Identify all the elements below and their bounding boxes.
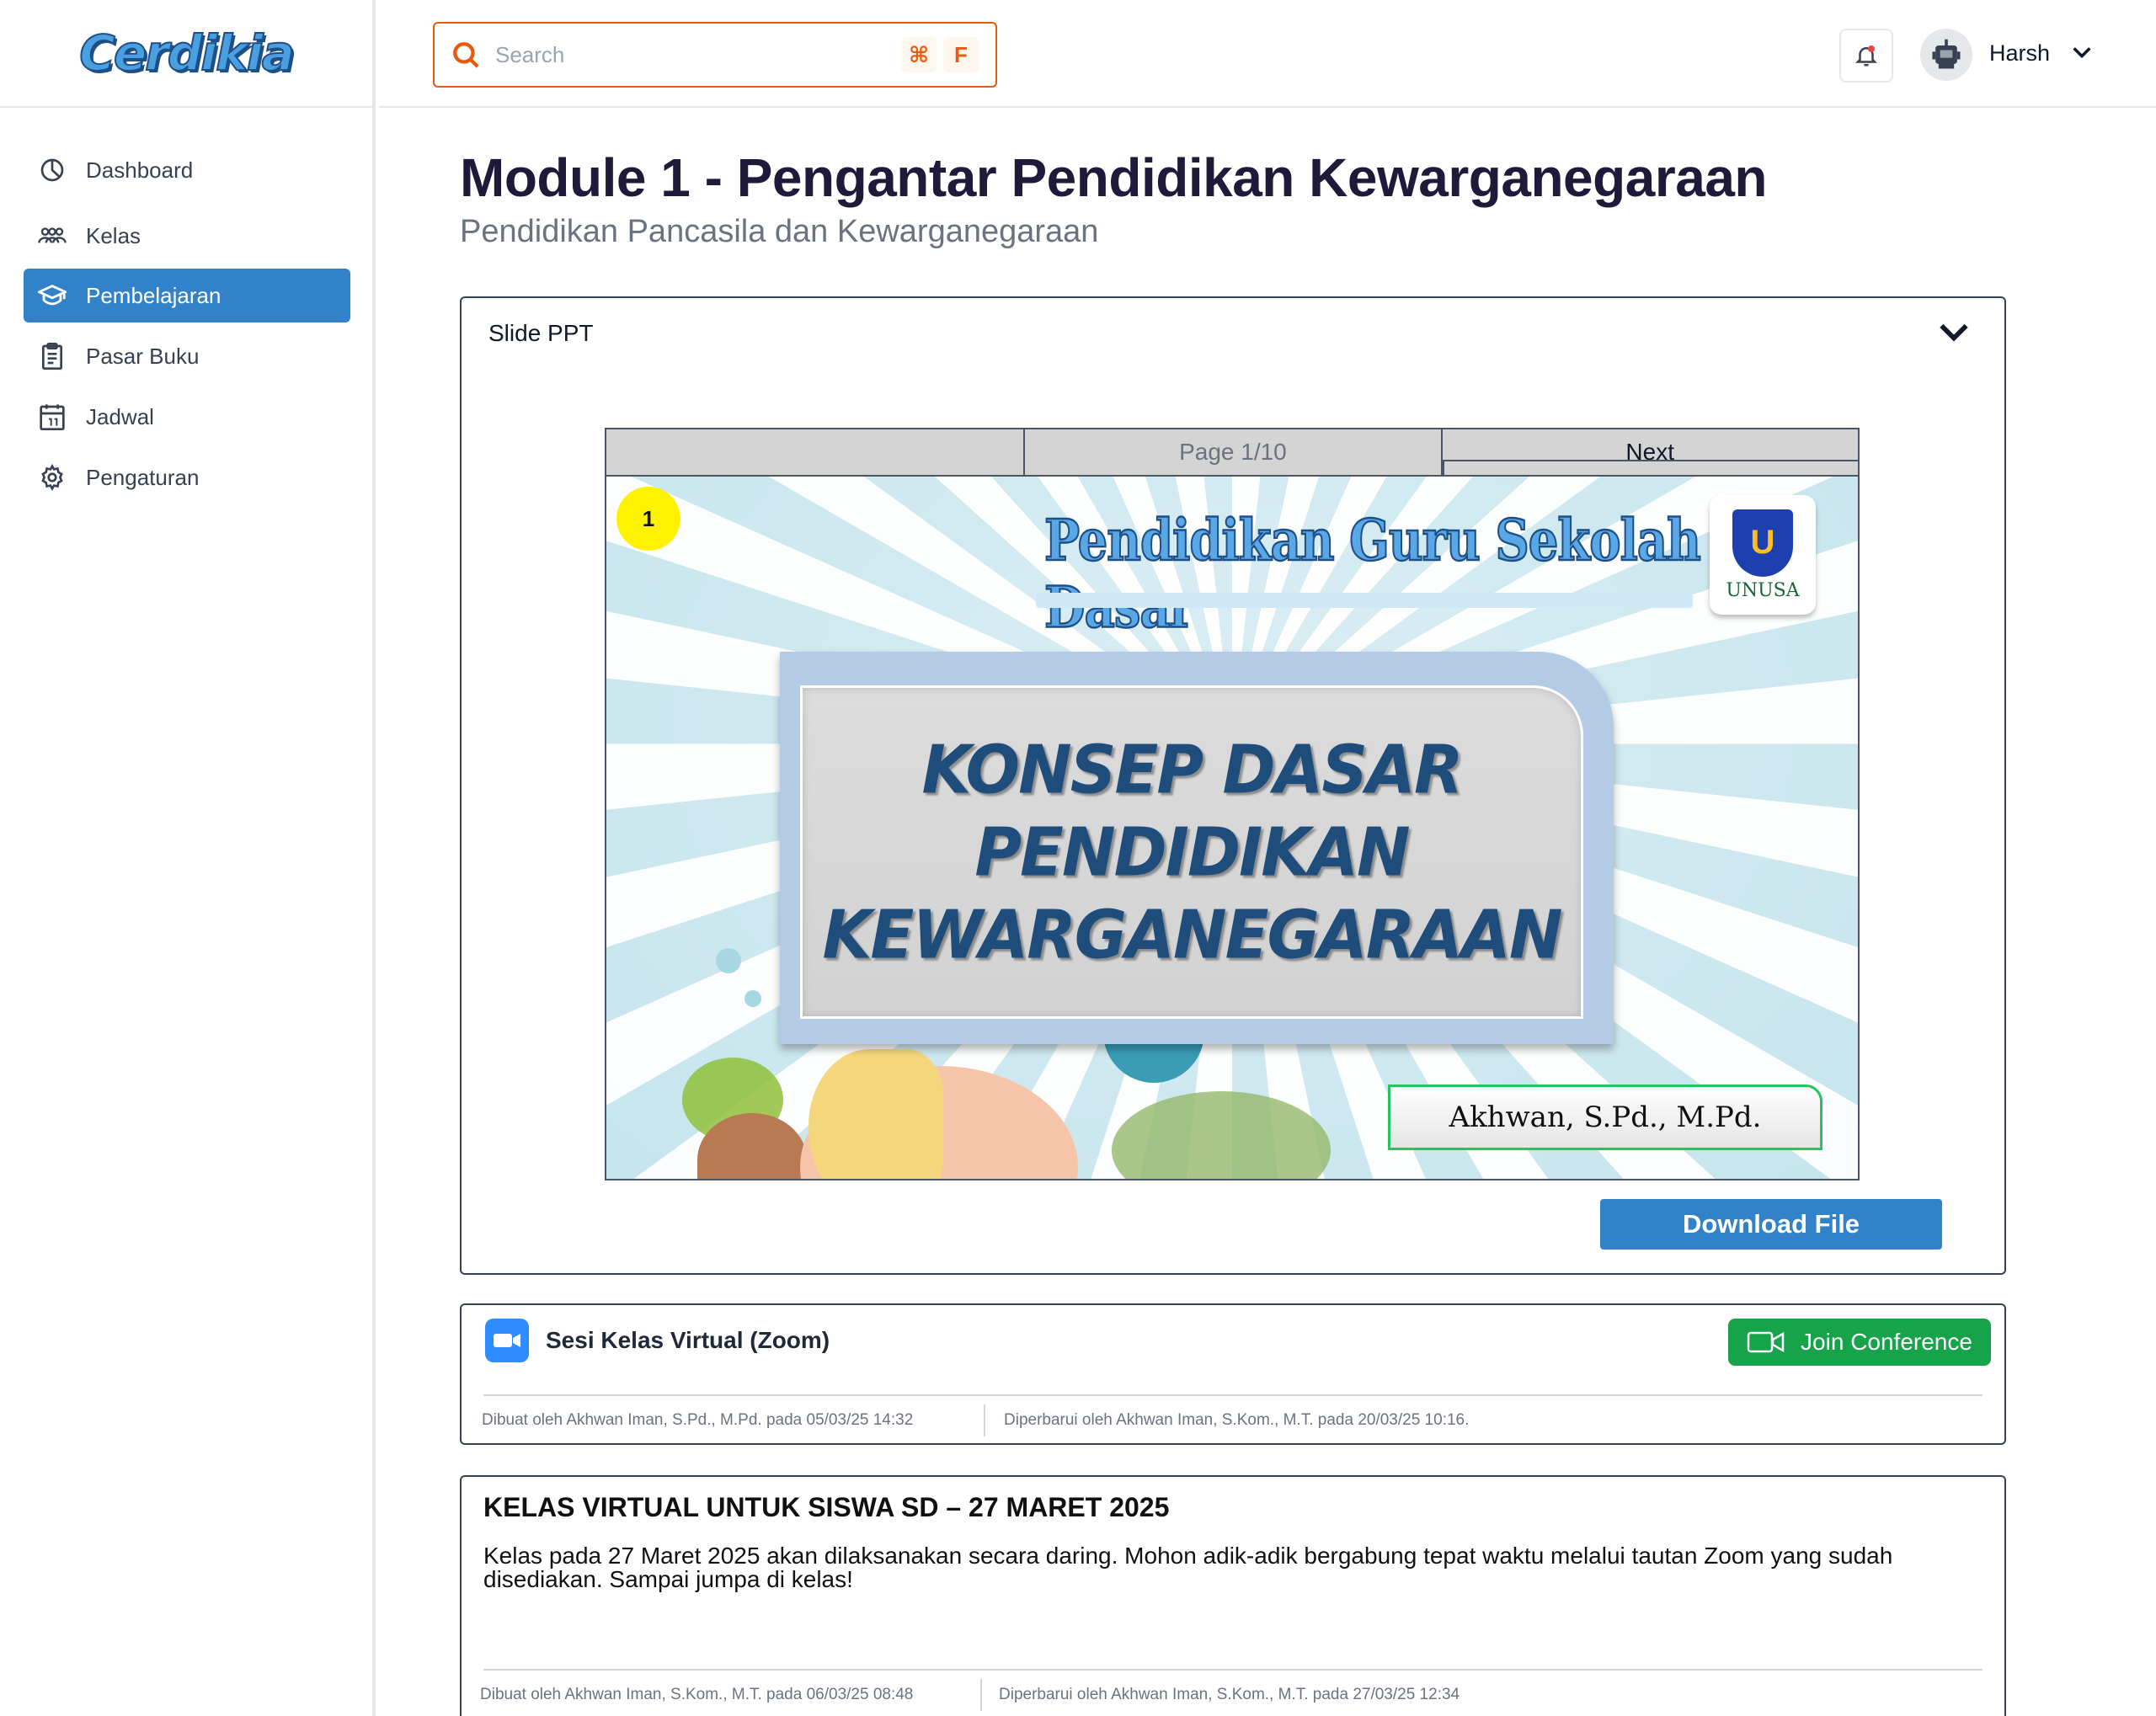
announcement-title: KELAS VIRTUAL UNTUK SISWA SD – 27 MARET … [483,1492,1170,1522]
sidebar-item-label: Dashboard [86,157,194,183]
notification-button[interactable] [1839,29,1893,83]
sidebar-item-jadwal[interactable]: Jadwal [24,390,350,444]
shortcut-key: F [943,37,979,72]
viewer-toolbar: Page 1/10 Next [606,429,1858,477]
created-meta: Dibuat oleh Akhwan Iman, S.Kom., M.T. pa… [480,1686,914,1703]
university-logo: U UNUSA [1710,495,1816,615]
users-icon [37,221,67,251]
chevron-down-icon[interactable] [2070,44,2094,65]
sidebar-item-pembelajaran[interactable]: Pembelajaran [24,269,350,322]
video-camera-icon [1747,1331,1785,1353]
shortcut-mod-key: ⌘ [901,37,937,72]
bell-icon [1854,47,1878,67]
sidebar-item-label: Kelas [86,222,141,248]
graduation-cap-icon [37,280,67,311]
slide-header-underline [1036,593,1693,608]
sidebar-item-dashboard[interactable]: Dashboard [24,143,350,197]
title-box: KONSEP DASAR PENDIDIKAN KEWARGANEGARAAN [800,685,1583,1019]
logo-container: Cerdikia [0,0,372,108]
notification-dot [1868,45,1875,52]
join-conference-label: Join Conference [1801,1329,1972,1355]
robot-avatar-icon [1932,39,1961,69]
meta-divider [980,1679,982,1711]
sidebar-nav: Dashboard Kelas Pembelajaran Pasar Buku … [0,108,372,491]
slide-author: Akhwan, S.Pd., M.Pd. [1449,1100,1762,1134]
updated-meta: Diperbarui oleh Akhwan Iman, S.Kom., M.T… [1004,1411,1470,1429]
search-bar[interactable]: ⌘ F [433,22,997,88]
avatar[interactable] [1920,29,1972,81]
slide-image: 1 Pendidikan Guru Sekolah Dasar U UNUSA … [606,477,1858,1179]
zoom-session-card: Sesi Kelas Virtual (Zoom) Join Conferenc… [460,1303,2006,1445]
announcement-body: Kelas pada 27 Maret 2025 akan dilaksanak… [483,1543,1893,1592]
prev-button[interactable] [606,429,1023,475]
decor-bubble [744,990,761,1007]
sidebar-item-kelas[interactable]: Kelas [24,209,350,263]
search-icon [453,42,479,68]
shield-icon: U [1732,509,1793,577]
decor-bubble [716,948,741,973]
page-title: Module 1 - Pengantar Pendidikan Kewargan… [460,147,1768,208]
created-meta: Dibuat oleh Akhwan Iman, S.Pd., M.Pd. pa… [482,1411,914,1429]
meta-divider [984,1404,985,1436]
slide-number-badge: 1 [616,487,680,551]
join-conference-button[interactable]: Join Conference [1728,1319,1991,1366]
updated-meta: Diperbarui oleh Akhwan Iman, S.Kom., M.T… [999,1686,1460,1703]
collapse-chevron-icon[interactable] [1937,322,1971,348]
decor-hair [808,1049,943,1179]
sidebar-item-label: Jadwal [86,403,154,429]
divider [483,1394,1983,1396]
page-indicator: Page 1/10 [1023,429,1440,475]
zoom-icon [485,1319,529,1362]
slide-title-line: KONSEP DASAR [921,729,1463,809]
sidebar-item-label: Pembelajaran [86,282,221,308]
slide-title-line: KEWARGANEGARAAN [822,894,1563,974]
sidebar-item-pasar-buku[interactable]: Pasar Buku [24,329,350,383]
user-name[interactable]: Harsh [1989,40,2050,67]
sidebar: Cerdikia Dashboard Kelas Pembelajaran Pa… [0,0,376,1716]
topbar: ⌘ F Harsh [379,0,2156,108]
author-box: Akhwan, S.Pd., M.Pd. [1388,1084,1822,1150]
page-subtitle: Pendidikan Pancasila dan Kewarganegaraan [460,214,1099,249]
calendar-icon [37,402,67,432]
toolbar-divider [1443,460,1858,477]
divider [483,1669,1983,1671]
logo-text: UNUSA [1726,579,1800,601]
card-title: Sesi Kelas Virtual (Zoom) [546,1327,830,1353]
sidebar-item-label: Pengaturan [86,464,200,490]
slide-viewer: Page 1/10 Next 1 Pendidikan Guru Sekolah… [605,428,1860,1180]
announcement-card: KELAS VIRTUAL UNTUK SISWA SD – 27 MARET … [460,1475,2006,1716]
dashboard-icon [37,155,67,185]
slide-title-line: PENDIDIKAN [974,812,1410,892]
app-logo[interactable]: Cerdikia [78,24,295,83]
gear-icon [37,462,67,493]
slide-ppt-card: Slide PPT Page 1/10 Next 1 Pendidikan Gu… [460,296,2006,1275]
search-input[interactable] [495,41,894,68]
sidebar-item-label: Pasar Buku [86,343,200,369]
sidebar-item-pengaturan[interactable]: Pengaturan [24,450,350,504]
clipboard-icon [37,341,67,371]
download-file-button[interactable]: Download File [1600,1199,1942,1250]
card-title: Slide PPT [488,320,594,346]
